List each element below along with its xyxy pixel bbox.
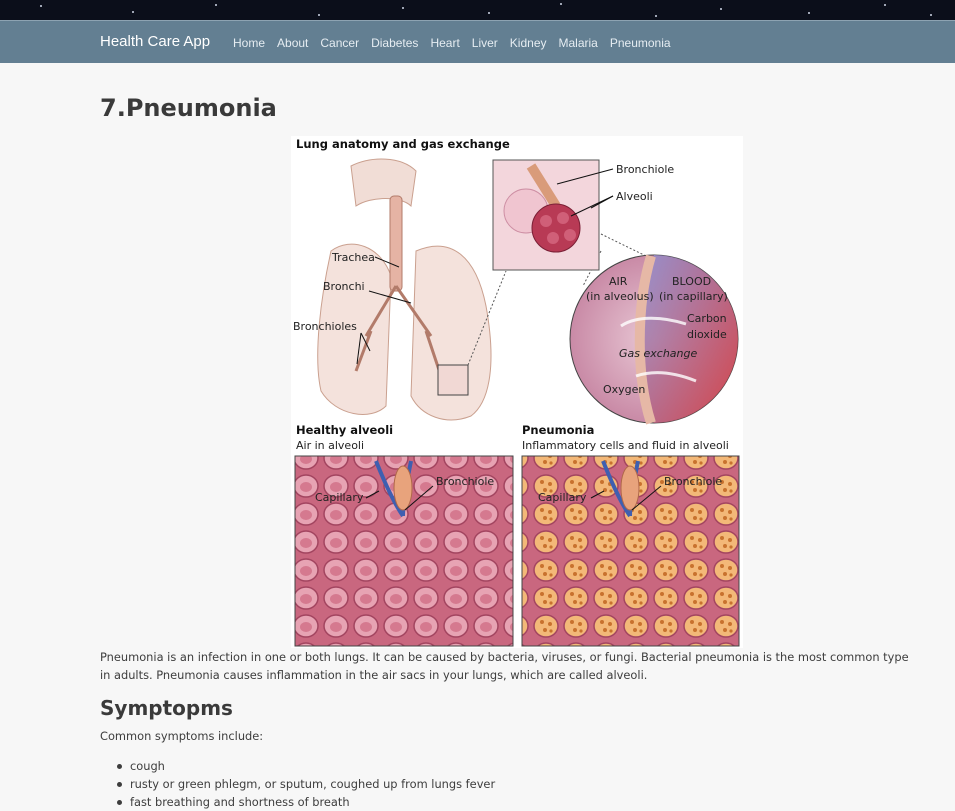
symptoms-list: cough rusty or green phlegm, or sputum, … [100,757,495,811]
brand-link[interactable]: Health Care App [100,33,210,50]
label-capillary-healthy: Capillary [315,491,364,504]
label-air-sub: (in alveolus) [586,290,654,303]
nav-link-cancer[interactable]: Cancer [320,36,359,50]
label-air: AIR [609,275,628,288]
pneumonia-description: Pneumonia is an infection in one or both… [100,650,909,682]
nav-link-liver[interactable]: Liver [472,36,498,50]
symptom-item: fast breathing and shortness of breath [100,793,495,811]
nav-link-kidney[interactable]: Kidney [510,36,547,50]
label-capillary-pneumonia: Capillary [538,491,587,504]
pneumonia-panel-subtitle: Inflammatory cells and fluid in alveoli [522,439,729,452]
label-gas-exchange: Gas exchange [619,347,697,360]
symptom-item: cough [100,757,495,775]
figure-title: Lung anatomy and gas exchange [296,137,510,151]
nav-link-heart[interactable]: Heart [430,36,459,50]
label-blood: BLOOD [672,275,711,288]
nav-link-home[interactable]: Home [233,36,265,50]
label-carbon: Carbon [687,312,727,325]
nav-link-about[interactable]: About [277,36,308,50]
symptoms-intro: Common symptoms include: [100,729,264,743]
lung-anatomy-illustration: Lung anatomy and gas exchange Trachea Br… [291,136,743,648]
symptoms-heading: Symptopms [100,696,233,720]
label-dioxide: dioxide [687,328,727,341]
header-starfield-banner [0,0,955,20]
nav-link-malaria[interactable]: Malaria [559,36,598,50]
label-blood-sub: (in capillary) [659,290,728,303]
top-navbar: Health Care App Home About Cancer Diabet… [0,20,955,63]
pneumonia-panel-title: Pneumonia [522,423,594,437]
label-alveoli: Alveoli [616,190,653,203]
nav-link-diabetes[interactable]: Diabetes [371,36,418,50]
label-bronchioles: Bronchioles [293,320,357,333]
label-trachea: Trachea [331,251,375,264]
healthy-alveoli-title: Healthy alveoli [296,423,393,437]
label-bronchiole-pneumonia: Bronchiole [664,475,722,488]
label-bronchiole-top: Bronchiole [616,163,674,176]
nav-links: Home About Cancer Diabetes Heart Liver K… [233,36,671,50]
page-title: 7.Pneumonia [100,94,277,122]
label-bronchiole-healthy: Bronchiole [436,475,494,488]
label-bronchi: Bronchi [323,280,365,293]
label-oxygen: Oxygen [603,383,645,396]
nav-link-pneumonia[interactable]: Pneumonia [610,36,671,50]
healthy-alveoli-subtitle: Air in alveoli [296,439,364,452]
symptom-item: rusty or green phlegm, or sputum, coughe… [100,775,495,793]
